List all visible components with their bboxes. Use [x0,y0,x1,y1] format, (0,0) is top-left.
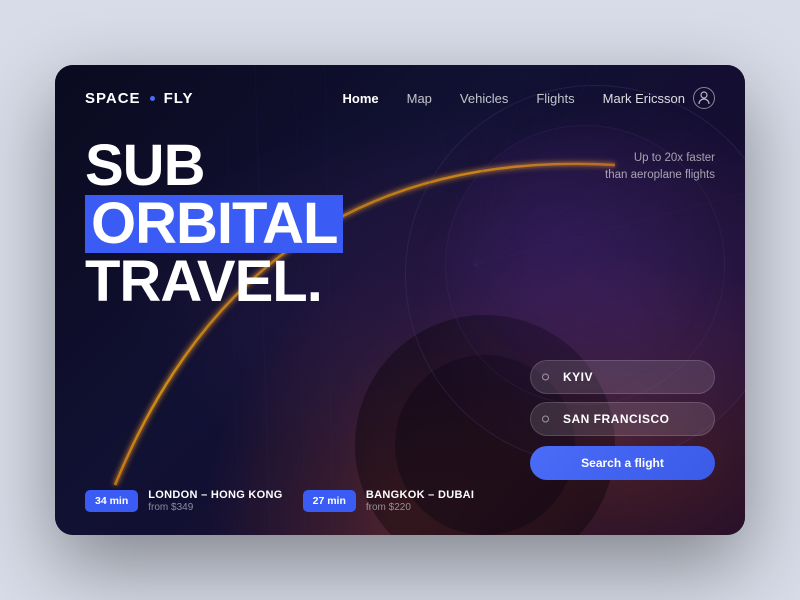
nav-flights[interactable]: Flights [536,91,574,106]
nav-username: Mark Ericsson [603,91,685,106]
flight-info-0: LONDON – HONG KONG from $349 [148,489,282,513]
search-button[interactable]: Search a flight [530,446,715,480]
flight-form: KYIV SAN FRANCISCO Search a flight [530,360,715,480]
logo-brand2: FLY [164,90,194,107]
logo-brand1: SPACE [85,90,141,107]
hero-line2: ORBITAL [85,195,715,253]
nav-vehicles[interactable]: Vehicles [460,91,508,106]
nav-home[interactable]: Home [343,91,379,106]
flight-time-0: 34 min [85,490,138,512]
origin-wrapper: KYIV [530,360,715,394]
logo-separator [150,96,155,101]
destination-field[interactable]: SAN FRANCISCO [530,402,715,436]
origin-field[interactable]: KYIV [530,360,715,394]
logo: SPACE FLY [85,90,194,107]
flight-card-1: 27 min BANGKOK – DUBAI from $220 [303,489,475,513]
nav-links: Home Map Vehicles Flights Mark Ericsson [343,87,716,109]
hero-line1: SUB [85,137,715,195]
nav-map[interactable]: Map [407,91,432,106]
nav-user[interactable]: Mark Ericsson [603,87,715,109]
flight-price-0: from $349 [148,502,282,513]
flight-route-0: LONDON – HONG KONG [148,489,282,501]
flight-cards: 34 min LONDON – HONG KONG from $349 27 m… [85,489,474,513]
hero-title: SUB ORBITAL TRAVEL. [85,137,715,311]
flight-price-1: from $220 [366,502,474,513]
user-icon [693,87,715,109]
navbar: SPACE FLY Home Map Vehicles Flights Mark… [55,65,745,109]
flight-route-1: BANGKOK – DUBAI [366,489,474,501]
destination-wrapper: SAN FRANCISCO [530,402,715,436]
flight-time-1: 27 min [303,490,356,512]
flight-info-1: BANGKOK – DUBAI from $220 [366,489,474,513]
hero-line3: TRAVEL. [85,253,715,311]
main-card: SPACE FLY Home Map Vehicles Flights Mark… [55,65,745,535]
hero-line2-text: ORBITAL [85,195,343,253]
hero-content: SUB ORBITAL TRAVEL. [55,109,745,311]
flight-card-0: 34 min LONDON – HONG KONG from $349 [85,489,283,513]
